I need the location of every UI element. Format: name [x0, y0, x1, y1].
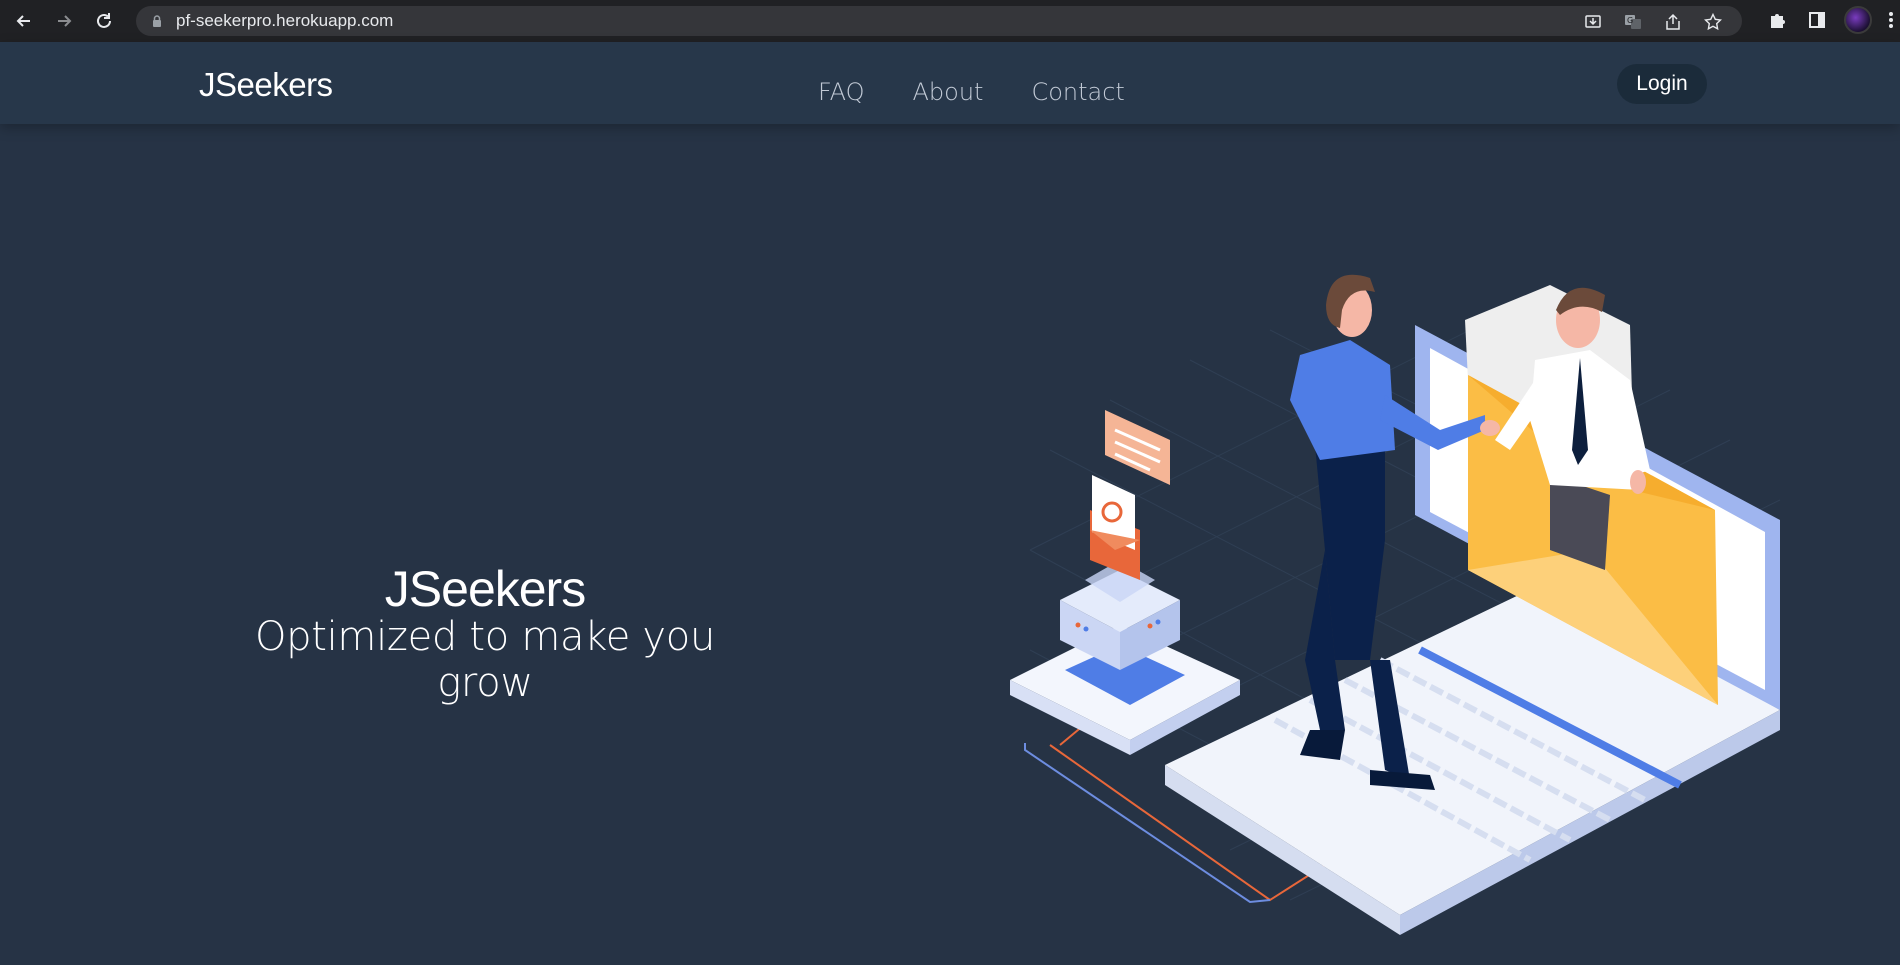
brand-logo[interactable]: JSeekers [199, 66, 333, 104]
hero-subtitle: Optimized to make you grow [254, 614, 716, 706]
translate-icon[interactable]: G [1622, 11, 1644, 33]
nav-link-faq[interactable]: FAQ [818, 78, 865, 106]
hero-illustration [1010, 274, 1781, 935]
side-panel-icon[interactable] [1804, 6, 1830, 34]
lock-icon [153, 15, 161, 27]
extensions-puzzle-icon[interactable] [1764, 6, 1790, 34]
svg-text:G: G [1627, 16, 1633, 25]
url-text: pf-seekerpro.herokuapp.com [176, 11, 394, 30]
back-arrow-icon[interactable] [8, 5, 40, 37]
share-icon[interactable] [1662, 11, 1684, 33]
kebab-menu-icon[interactable] [1886, 6, 1896, 34]
install-app-icon[interactable] [1582, 11, 1604, 33]
email-envelope-icon [1090, 475, 1140, 580]
profile-avatar[interactable] [1844, 6, 1872, 34]
nav-link-about[interactable]: About [913, 78, 984, 106]
login-button[interactable]: Login [1617, 64, 1707, 104]
hero-title: JSeekers [384, 561, 586, 617]
bookmark-star-icon[interactable] [1702, 11, 1724, 33]
forward-arrow-icon[interactable] [48, 5, 80, 37]
reload-icon[interactable] [88, 5, 120, 37]
site-header: JSeekers FAQ About Contact Login [0, 42, 1900, 124]
browser-toolbar: pf-seekerpro.herokuapp.com G [0, 0, 1900, 42]
chat-bubble-icon [1105, 410, 1170, 485]
nav-link-contact[interactable]: Contact [1031, 78, 1124, 106]
main-nav: FAQ About Contact [818, 78, 1125, 106]
address-bar[interactable]: pf-seekerpro.herokuapp.com G [136, 6, 1742, 36]
